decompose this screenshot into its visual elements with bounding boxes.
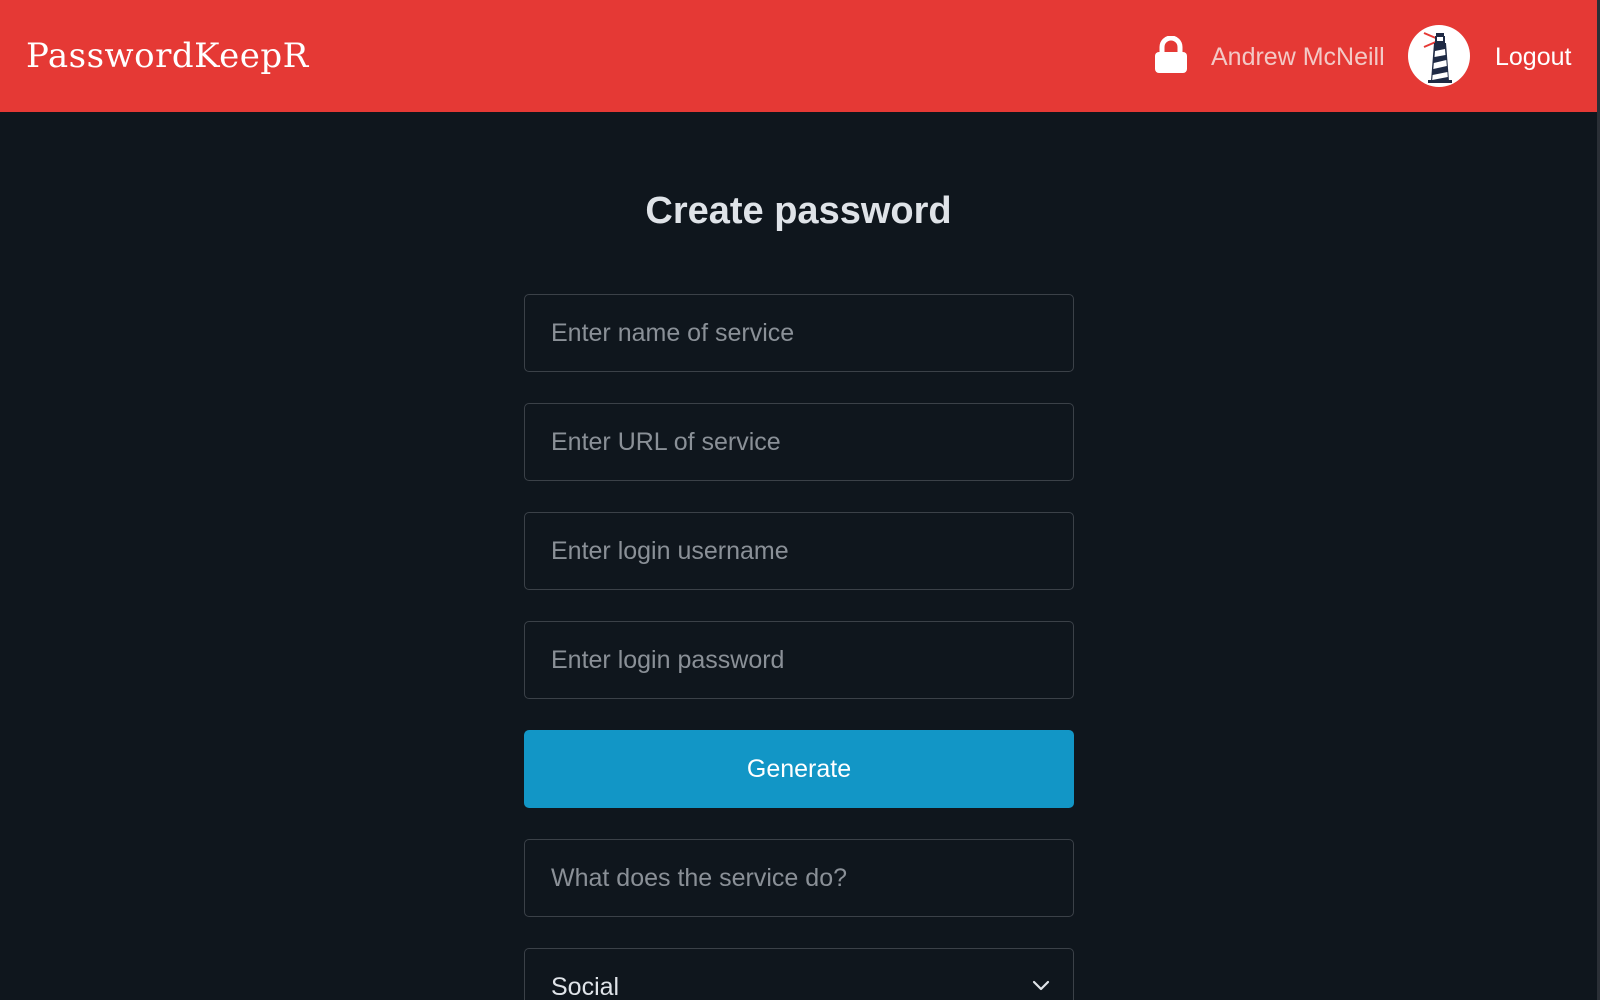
lighthouse-icon — [1423, 32, 1452, 83]
category-select[interactable]: Social — [524, 948, 1074, 1000]
generate-button[interactable]: Generate — [524, 730, 1074, 808]
service-url-input[interactable] — [524, 403, 1074, 481]
user-avatar[interactable] — [1408, 25, 1470, 87]
lock-icon — [1155, 36, 1187, 73]
login-username-input[interactable] — [524, 512, 1074, 590]
app-window: PasswordKeepR Andrew McNeill Logout Crea… — [0, 0, 1600, 1000]
category-select-wrapper: Social — [524, 948, 1074, 1000]
brand-logo[interactable]: PasswordKeepR — [26, 36, 309, 76]
create-password-form: Generate Social — [524, 294, 1074, 1000]
login-password-input[interactable] — [524, 621, 1074, 699]
user-name[interactable]: Andrew McNeill — [1211, 42, 1385, 72]
top-navbar: PasswordKeepR Andrew McNeill Logout — [0, 0, 1597, 112]
service-name-input[interactable] — [524, 294, 1074, 372]
logout-link[interactable]: Logout — [1495, 42, 1571, 72]
page-title: Create password — [645, 190, 952, 232]
service-description-input[interactable] — [524, 839, 1074, 917]
